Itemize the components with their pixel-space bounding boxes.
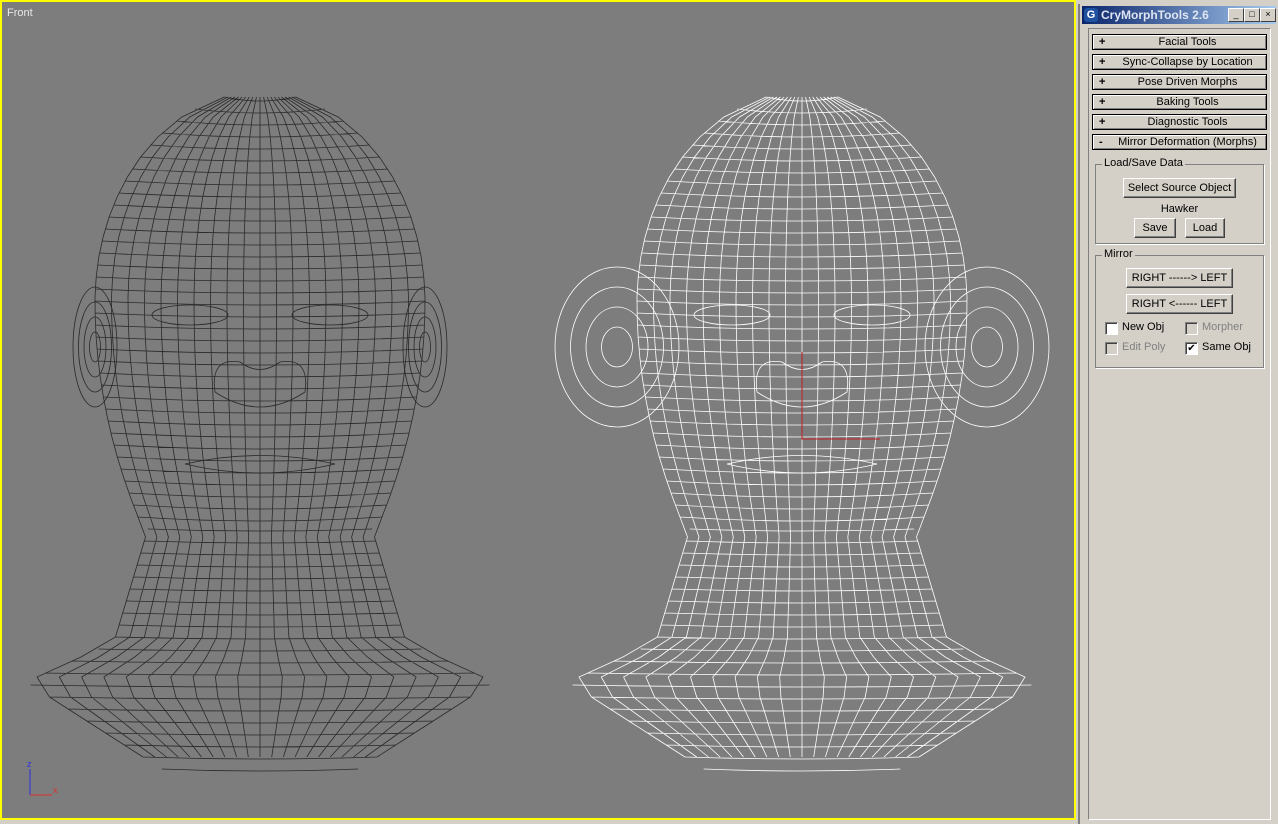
mirror-group: Mirror RIGHT ------> LEFT RIGHT <------ …	[1095, 248, 1264, 368]
viewport-label[interactable]: Front	[7, 7, 33, 19]
ear-mesh	[940, 286, 1034, 408]
rollout-diagnostic-tools[interactable]: + Diagnostic Tools	[1092, 114, 1267, 130]
new-obj-checkbox[interactable]	[1105, 322, 1118, 335]
head-mesh-left[interactable]	[30, 96, 490, 772]
mesh-wireframe	[30, 96, 490, 772]
rollout-label: Baking Tools	[1156, 96, 1219, 108]
rollout-label: Diagnostic Tools	[1147, 116, 1228, 128]
eye-mesh	[833, 304, 911, 326]
viewport-canvas[interactable]	[2, 2, 1074, 818]
rollout-label: Pose Driven Morphs	[1137, 76, 1238, 88]
load-button[interactable]: Load	[1185, 218, 1225, 238]
ear-mesh	[971, 326, 1003, 368]
source-object-name: Hawker	[1160, 203, 1199, 215]
expand-icon: +	[1099, 76, 1106, 88]
morpher-label: Morpher	[1202, 321, 1243, 333]
edit-poly-label: Edit Poly	[1122, 341, 1166, 353]
ear-mesh	[413, 316, 437, 378]
collapse-icon: -	[1099, 136, 1103, 148]
ear-mesh	[419, 331, 431, 363]
group-title: Load/Save Data	[1102, 157, 1185, 169]
ear-mesh	[83, 316, 107, 378]
same-obj-checkbox[interactable]: ✔	[1185, 342, 1198, 355]
rollout-label: Facial Tools	[1158, 36, 1217, 48]
select-source-object-button[interactable]: Select Source Object	[1123, 178, 1236, 198]
close-button[interactable]: ×	[1260, 8, 1276, 22]
window-title: CryMorphTools 2.6	[1101, 8, 1209, 22]
expand-icon: +	[1099, 56, 1106, 68]
front-viewport[interactable]: Front z x	[0, 0, 1076, 820]
eye-mesh	[693, 304, 771, 326]
rollout-label: Mirror Deformation (Morphs)	[1118, 136, 1257, 148]
group-title: Mirror	[1102, 248, 1135, 260]
ear-mesh	[601, 326, 633, 368]
morpher-checkbox[interactable]	[1185, 322, 1198, 335]
expand-icon: +	[1099, 116, 1106, 128]
axis-z-label: z	[27, 759, 32, 769]
eye-mesh	[151, 304, 229, 326]
rollout-baking-tools[interactable]: + Baking Tools	[1092, 94, 1267, 110]
mirror-right-to-left-button[interactable]: RIGHT ------> LEFT	[1126, 268, 1233, 288]
crymorphtools-window: G CryMorphTools 2.6 _ □ × + Facial Tools…	[1078, 4, 1278, 824]
ear-mesh	[89, 331, 101, 363]
ear-mesh	[554, 266, 680, 428]
rollout-facial-tools[interactable]: + Facial Tools	[1092, 34, 1267, 50]
app-icon: G	[1084, 8, 1098, 22]
ear-mesh	[924, 266, 1050, 428]
rollout-panel: + Facial Tools + Sync-Collapse by Locati…	[1088, 28, 1271, 820]
ear-mesh	[570, 286, 664, 408]
load-save-group: Load/Save Data Select Source Object Hawk…	[1095, 157, 1264, 244]
maximize-button[interactable]: □	[1244, 8, 1260, 22]
rollout-label: Sync-Collapse by Location	[1122, 56, 1253, 68]
eye-mesh	[291, 304, 369, 326]
save-button[interactable]: Save	[1134, 218, 1176, 238]
new-obj-label: New Obj	[1122, 321, 1165, 333]
expand-icon: +	[1099, 96, 1106, 108]
title-bar[interactable]: G CryMorphTools 2.6 _ □ ×	[1082, 6, 1276, 24]
rollout-pose-driven-morphs[interactable]: + Pose Driven Morphs	[1092, 74, 1267, 90]
mirror-left-to-right-button[interactable]: RIGHT <------ LEFT	[1126, 294, 1233, 314]
minimize-button[interactable]: _	[1228, 8, 1244, 22]
rollout-mirror-deformation[interactable]: - Mirror Deformation (Morphs)	[1092, 134, 1267, 150]
axis-gizmo: z x	[27, 759, 58, 796]
rollout-sync-collapse[interactable]: + Sync-Collapse by Location	[1092, 54, 1267, 70]
axis-x-label: x	[53, 785, 58, 795]
edit-poly-checkbox[interactable]	[1105, 342, 1118, 355]
same-obj-label: Same Obj	[1202, 341, 1251, 353]
expand-icon: +	[1099, 36, 1106, 48]
